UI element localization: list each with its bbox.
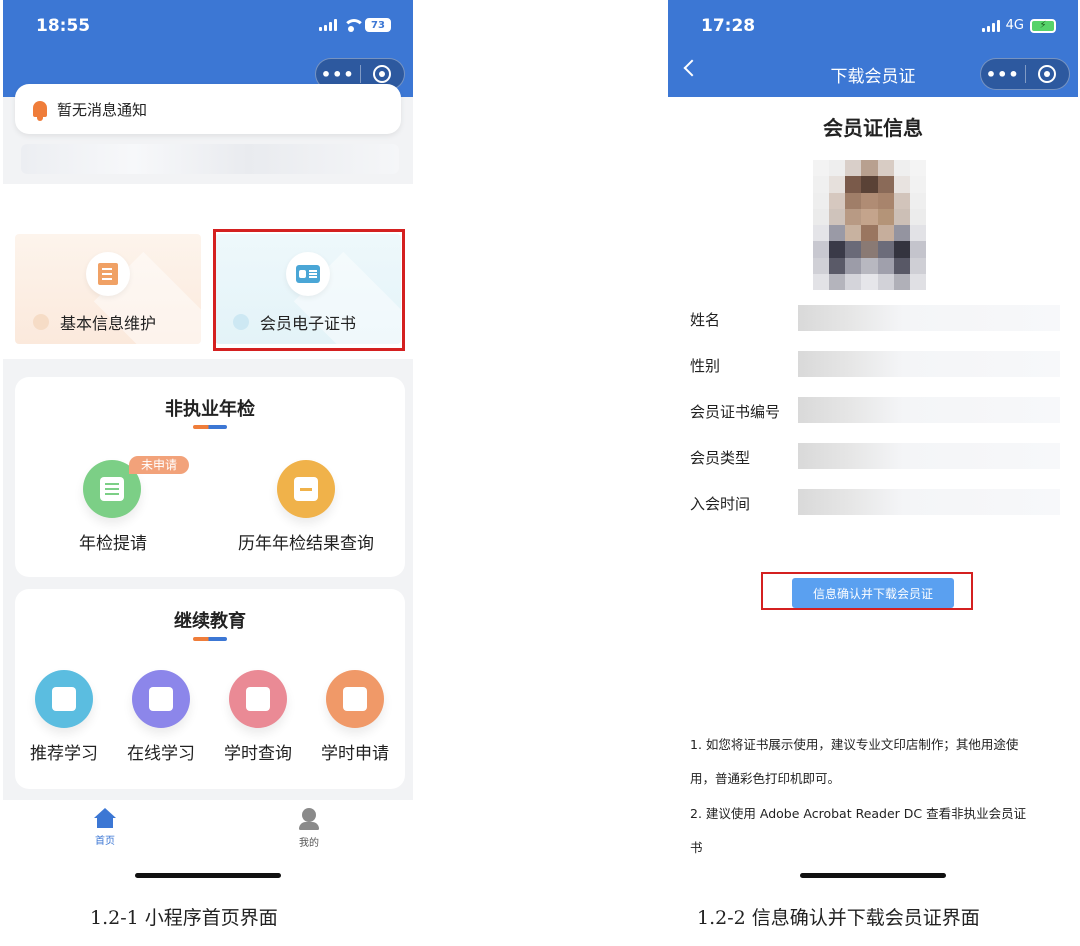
field-row-certificate-number: 会员证书编号 [690,397,1060,427]
book-icon[interactable] [35,670,93,728]
tab-me[interactable]: 我的 [279,808,339,849]
caption-right: 1.2-2 信息确认并下载会员证界面 [697,907,980,929]
field-row-join-date: 入会时间 [690,489,1060,519]
annual-check-request-label[interactable]: 年检提请 [63,529,163,554]
network-type: 4G [1005,18,1024,33]
close-miniapp-icon[interactable] [361,65,405,83]
field-row-member-type: 会员类型 [690,443,1060,473]
tab-bar: 首页 我的 [3,800,413,895]
member-photo-blurred [813,160,926,290]
blurred-banner [21,144,399,174]
confirm-download-button[interactable]: 信息确认并下载会员证 [792,578,954,608]
tile-label: 基本信息维护 [59,314,156,333]
section-underline [193,637,227,641]
notice-text: 暂无消息通知 [57,100,148,119]
document-icon [86,252,130,296]
status-icons: 73 [319,18,391,32]
status-icons: 4G ⚡ [981,18,1056,33]
user-icon [299,808,319,830]
battery-charging-icon: ⚡ [1030,18,1056,33]
note-line: 用，普通彩色打印机即可。 [690,771,841,786]
close-miniapp-icon[interactable] [1026,65,1070,83]
note-line: 1. 如您将证书展示使用，建议专业文印店制作；其他用途使 [690,737,1019,752]
tab-home[interactable]: 首页 [75,808,135,847]
field-value-blurred [798,443,1060,469]
more-icon[interactable]: ••• [981,65,1025,84]
home-indicator [800,873,946,878]
miniapp-capsule: ••• [980,58,1070,90]
field-value-blurred [798,305,1060,331]
tile-basic-info[interactable]: 基本信息维护 [15,234,201,344]
field-label: 会员类型 [690,449,751,467]
note-line: 书 [690,840,703,855]
more-icon[interactable]: ••• [316,65,360,84]
field-label: 姓名 [690,311,721,329]
notice-bar[interactable]: 暂无消息通知 [15,84,401,134]
clipboard-icon[interactable] [326,670,384,728]
field-value-blurred [798,397,1060,423]
field-label: 会员证书编号 [690,403,781,421]
annual-check-history-icon[interactable] [277,460,335,518]
note-line: 2. 建议使用 Adobe Acrobat Reader DC 查看非执业会员证 [690,806,1027,821]
right-phone-screen: 17:28 4G ⚡ 下载会员证 ••• 会员证信息 姓名 性别 会员证书编号 … [668,0,1078,895]
field-row-name: 姓名 [690,305,1060,335]
field-label: 入会时间 [690,495,751,513]
signal-icon [981,19,1000,32]
home-indicator [135,873,281,878]
battery-icon: 73 [365,18,391,32]
info-title: 会员证信息 [823,116,923,140]
section-underline [193,425,227,429]
field-value-blurred [798,351,1060,377]
home-icon [94,808,116,828]
field-row-gender: 性别 [690,351,1060,381]
status-time: 17:28 [701,16,756,36]
search-document-icon[interactable] [229,670,287,728]
status-badge: 未申请 [129,456,189,474]
status-time: 18:55 [36,16,91,36]
section-title: 非执业年检 [165,399,255,420]
bell-icon [33,101,47,121]
signal-icon [319,19,337,31]
annual-check-history-label[interactable]: 历年年检结果查询 [226,529,386,554]
recommended-study-label[interactable]: 推荐学习 [19,739,109,764]
continuing-education-section: 继续教育 推荐学习 在线学习 学时查询 学时申请 [15,589,405,789]
left-phone-screen: 18:55 73 ••• 暂无消息通知 基本信息维护 会员电子证书 非执业年检 [3,0,413,895]
top-bar: 18:55 73 ••• [3,0,413,97]
online-study-label[interactable]: 在线学习 [116,739,206,764]
annual-check-section: 非执业年检 未申请 年检提请 历年年检结果查询 [15,377,405,577]
tab-label: 首页 [95,836,115,847]
section-title: 继续教育 [174,611,246,632]
tab-label: 我的 [299,838,319,849]
field-label: 性别 [690,357,721,375]
field-value-blurred [798,489,1060,515]
highlight-box [213,229,405,351]
wifi-icon [343,19,365,32]
caption-left: 1.2-1 小程序首页界面 [90,907,278,929]
hours-apply-label[interactable]: 学时申请 [310,739,400,764]
hours-query-label[interactable]: 学时查询 [213,739,303,764]
pencil-icon[interactable] [132,670,190,728]
top-bar: 17:28 4G ⚡ 下载会员证 ••• [668,0,1078,97]
